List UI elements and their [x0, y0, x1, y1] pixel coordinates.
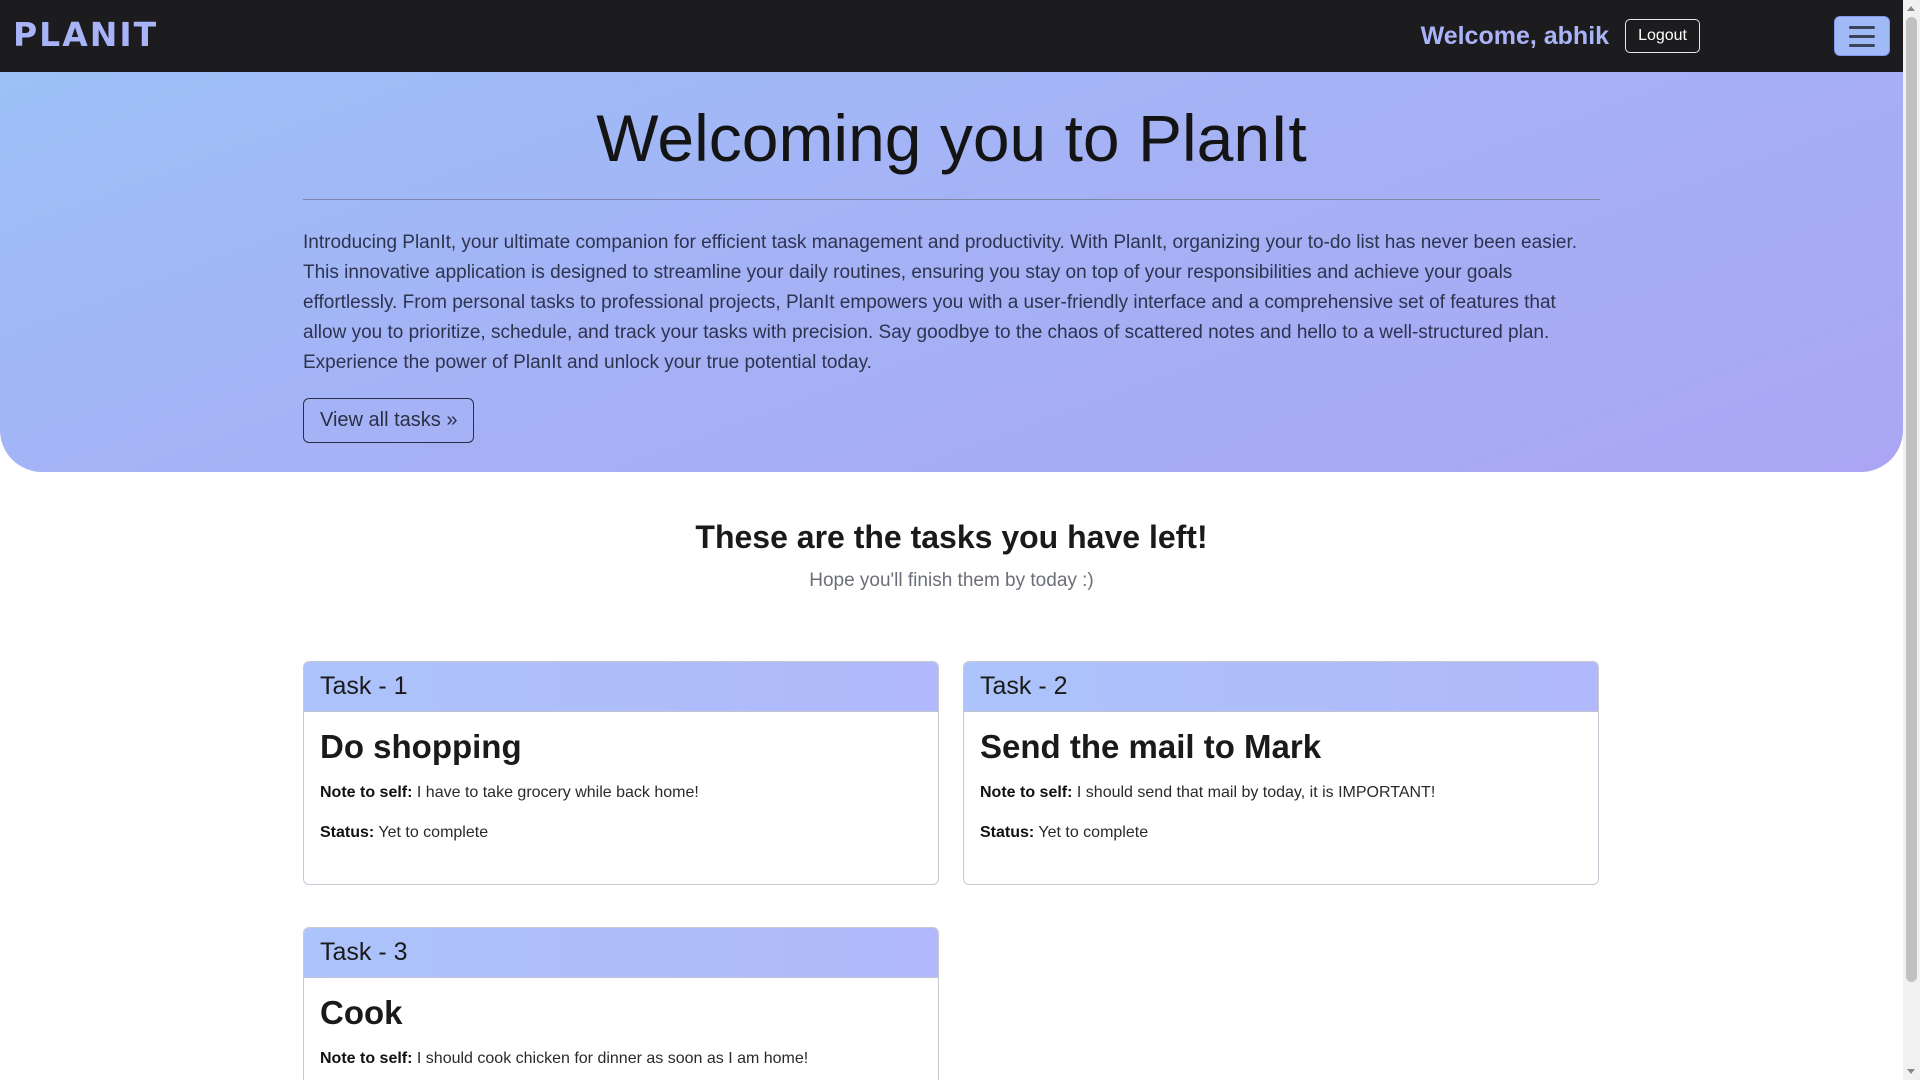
- hero-description: Introducing PlanIt, your ultimate compan…: [303, 231, 1578, 373]
- note-label: Note to self:: [320, 784, 413, 801]
- hero-title: Welcoming you to PlanIt: [596, 101, 1307, 175]
- logout-button[interactable]: Logout: [1625, 19, 1700, 53]
- welcome-user-text: Welcome, abhik: [1420, 21, 1610, 50]
- task-note: Note to self: I should cook chicken for …: [320, 1050, 922, 1068]
- task-card-body: Do shopping Note to self: I have to take…: [304, 712, 938, 884]
- note-text: I should cook chicken for dinner as soon…: [416, 1050, 809, 1067]
- tasks-heading: These are the tasks you have left!: [695, 519, 1208, 555]
- status-text: Yet to complete: [1038, 824, 1149, 841]
- note-label: Note to self:: [320, 1050, 413, 1067]
- scroll-down-icon[interactable]: [1907, 1069, 1915, 1074]
- task-card-header: Task - 1: [304, 662, 938, 712]
- note-text: I should send that mail by today, it is …: [1076, 784, 1436, 801]
- task-card: Task - 1 Do shopping Note to self: I hav…: [303, 661, 939, 885]
- hero-divider: [303, 198, 1600, 200]
- view-all-tasks-button[interactable]: View all tasks »: [303, 397, 475, 443]
- task-title: Cook: [320, 994, 403, 1031]
- task-note: Note to self: I should send that mail by…: [980, 784, 1582, 802]
- task-title: Do shopping: [320, 728, 522, 765]
- task-note: Note to self: I have to take grocery whi…: [320, 784, 922, 802]
- task-status: Status: Yet to complete: [320, 824, 922, 842]
- page-scrollbar[interactable]: [1903, 0, 1920, 1080]
- hamburger-icon: [1849, 34, 1875, 38]
- task-card-header: Task - 3: [304, 928, 938, 978]
- hamburger-icon: [1849, 43, 1875, 47]
- hero-section: Welcoming you to PlanIt Introducing Plan…: [0, 72, 1903, 472]
- note-text: I have to take grocery while back home!: [416, 784, 699, 801]
- hamburger-menu-button[interactable]: [1834, 16, 1890, 56]
- note-label: Note to self:: [980, 784, 1073, 801]
- tasks-section: These are the tasks you have left! Hope …: [303, 519, 1600, 592]
- task-card-body: Send the mail to Mark Note to self: I sh…: [964, 712, 1598, 884]
- hero-content: Welcoming you to PlanIt Introducing Plan…: [303, 72, 1600, 443]
- task-card-body: Cook Note to self: I should cook chicken…: [304, 978, 938, 1080]
- task-status: Status: Yet to complete: [980, 824, 1582, 842]
- status-text: Yet to complete: [378, 824, 489, 841]
- task-card: Task - 3 Cook Note to self: I should coo…: [303, 927, 939, 1080]
- scroll-up-icon[interactable]: [1907, 6, 1915, 11]
- task-title: Send the mail to Mark: [980, 728, 1322, 765]
- hamburger-icon: [1849, 25, 1875, 29]
- top-navbar: PLANIT Welcome, abhik Logout: [0, 0, 1903, 72]
- task-card-header: Task - 2: [964, 662, 1598, 712]
- page: PLANIT Welcome, abhik Logout Welcoming y…: [0, 0, 1920, 1080]
- navbar-right: Welcome, abhik Logout: [1421, 16, 1890, 56]
- brand-logo[interactable]: PLANIT: [13, 15, 158, 54]
- status-label: Status:: [980, 824, 1035, 841]
- scrollbar-thumb[interactable]: [1906, 17, 1917, 982]
- tasks-subheading: Hope you'll finish them by today :): [809, 570, 1094, 591]
- status-label: Status:: [320, 824, 375, 841]
- task-card: Task - 2 Send the mail to Mark Note to s…: [963, 661, 1599, 885]
